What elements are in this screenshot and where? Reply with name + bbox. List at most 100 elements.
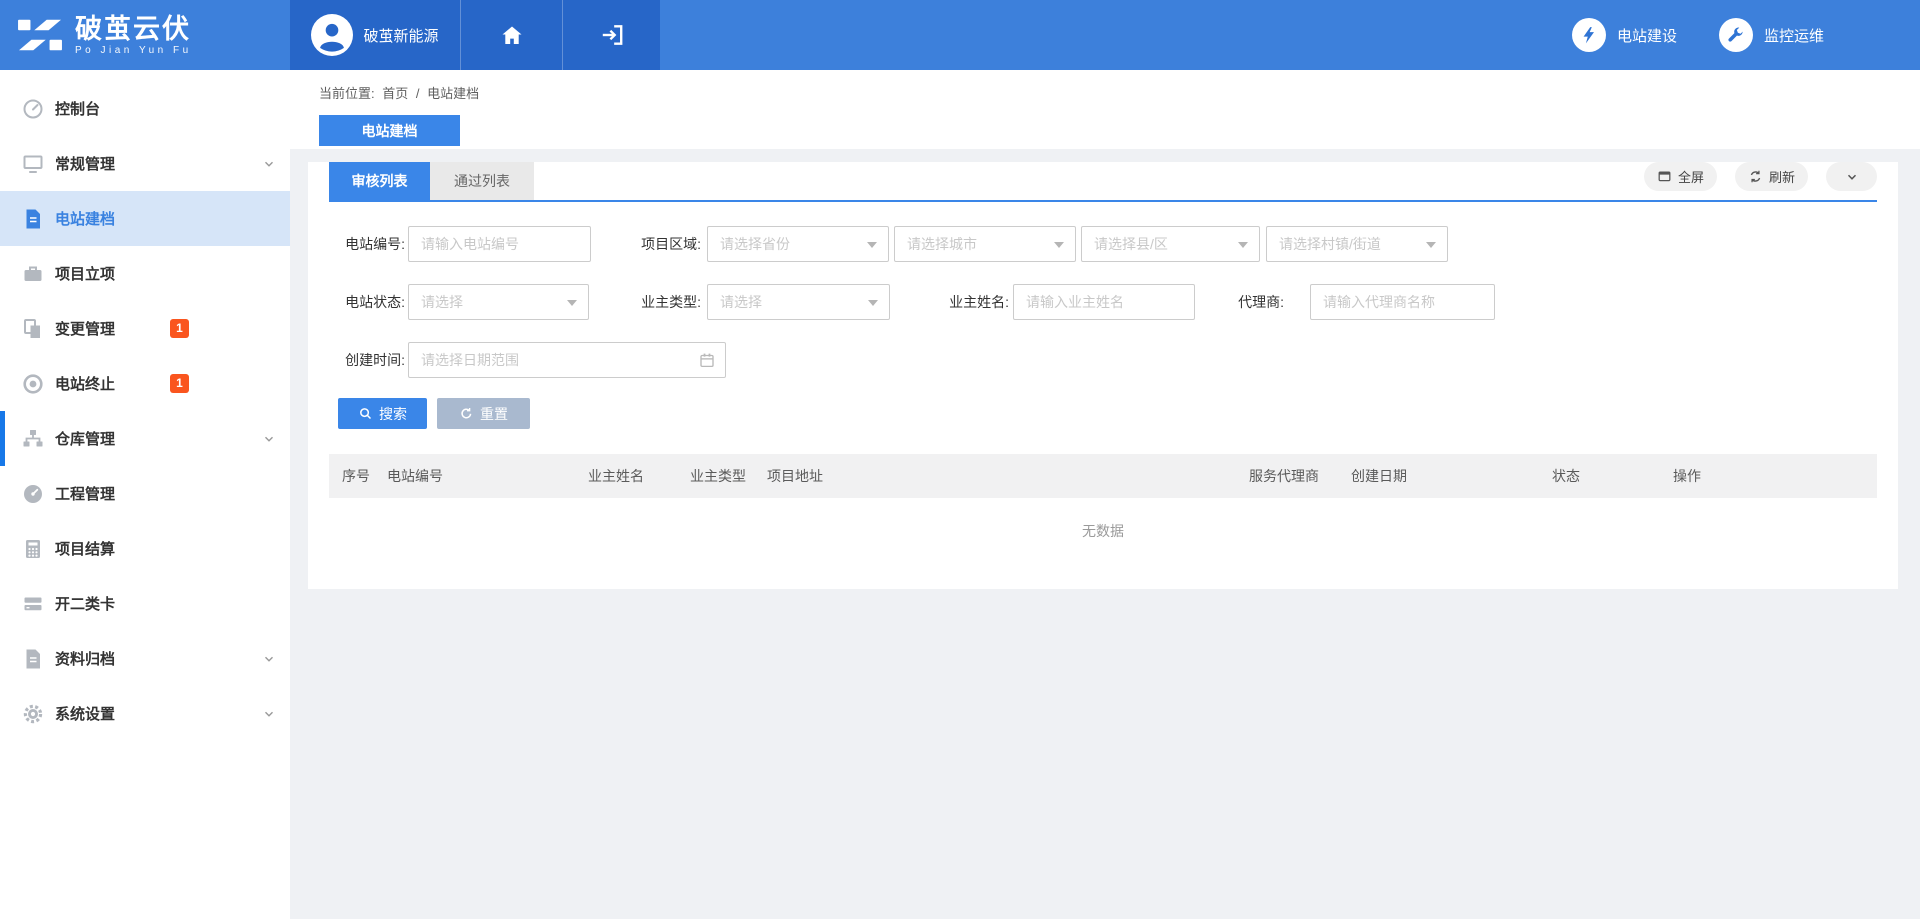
station-no-input[interactable]	[408, 226, 591, 262]
login-arrow-icon	[599, 22, 625, 48]
breadcrumb-bar: 当前位置: 首页 / 电站建档 电站建档	[290, 70, 1920, 149]
search-label: 搜索	[379, 404, 407, 424]
files-icon	[21, 317, 45, 341]
sidebar-item-project-settlement[interactable]: 项目结算	[0, 521, 290, 576]
breadcrumb-home[interactable]: 首页	[382, 86, 408, 101]
refresh-label: 刷新	[1769, 167, 1795, 186]
lightning-icon	[1572, 18, 1606, 52]
chevron-down-icon	[262, 432, 276, 446]
card-toolbar: 全屏 刷新	[1644, 162, 1877, 191]
sidebar-item-engineering-mgmt[interactable]: 工程管理	[0, 466, 290, 521]
station-status-label: 电站状态:	[329, 292, 405, 312]
sidebar-item-label: 工程管理	[55, 483, 115, 504]
create-time-label: 创建时间:	[329, 350, 405, 370]
sidebar-item-console[interactable]: 控制台	[0, 81, 290, 136]
company-name: 破茧新能源	[363, 25, 438, 46]
nav-station-build[interactable]: 电站建设	[1572, 18, 1677, 52]
town-select[interactable]: 请选择村镇/街道	[1266, 226, 1448, 262]
sidebar-item-label: 仓库管理	[55, 428, 115, 449]
nav-monitor-ops[interactable]: 监控运维	[1719, 18, 1824, 52]
refresh-icon	[1748, 169, 1763, 184]
station-status-select[interactable]: 请选择	[408, 284, 589, 320]
document-icon	[21, 207, 45, 231]
sidebar-item-system-settings[interactable]: 系统设置	[0, 686, 290, 741]
date-range-input[interactable]: 请选择日期范围	[408, 342, 726, 378]
sidebar-item-change-mgmt[interactable]: 变更管理 1	[0, 301, 290, 356]
app-title: 破茧云伏	[75, 14, 192, 44]
empty-state: 无数据	[308, 498, 1898, 541]
calculator-icon	[21, 537, 45, 561]
page-tab-station-archive[interactable]: 电站建档	[319, 115, 460, 146]
sitemap-icon	[21, 427, 45, 451]
avatar-icon	[311, 14, 353, 56]
app-header: 破茧云伏 Po Jian Yun Fu 破茧新能源	[0, 0, 1920, 70]
col-agent: 服务代理商	[1249, 454, 1319, 498]
col-address: 项目地址	[767, 454, 823, 498]
reset-label: 重置	[480, 404, 508, 424]
station-terminate-badge: 1	[170, 374, 189, 393]
user-menu[interactable]: 破茧新能源	[290, 0, 460, 70]
sidebar-item-station-terminate[interactable]: 电站终止 1	[0, 356, 290, 411]
owner-type-select[interactable]: 请选择	[707, 284, 890, 320]
filter-row-1: 电站编号: 项目区域: 请选择省份 请选择城市 请选择县/区 请选择村镇/街道	[329, 226, 1877, 262]
search-icon	[358, 406, 373, 421]
fullscreen-button[interactable]: 全屏	[1644, 162, 1717, 191]
sidebar-item-station-archive[interactable]: 电站建档	[0, 191, 290, 246]
gauge-icon	[21, 482, 45, 506]
station-status-placeholder: 请选择	[421, 292, 463, 312]
logo: 破茧云伏 Po Jian Yun Fu	[0, 0, 290, 70]
province-select[interactable]: 请选择省份	[707, 226, 889, 262]
district-select[interactable]: 请选择县/区	[1081, 226, 1260, 262]
sidebar-item-label: 项目立项	[55, 263, 115, 284]
refresh-button[interactable]: 刷新	[1735, 162, 1808, 191]
agent-input[interactable]	[1310, 284, 1495, 320]
home-button[interactable]	[460, 0, 562, 70]
breadcrumb-prefix: 当前位置:	[319, 86, 375, 101]
sidebar-item-label: 常规管理	[55, 153, 115, 174]
archive-icon	[21, 647, 45, 671]
logout-button[interactable]	[562, 0, 660, 70]
station-no-label: 电站编号:	[329, 234, 405, 254]
home-icon	[500, 23, 524, 47]
city-select[interactable]: 请选择城市	[894, 226, 1076, 262]
agent-label: 代理商:	[1195, 292, 1284, 312]
owner-name-input[interactable]	[1013, 284, 1195, 320]
filter-row-2: 电站状态: 请选择 业主类型: 请选择 业主姓名: 代理商:	[329, 284, 1877, 320]
change-mgmt-badge: 1	[170, 319, 189, 338]
tab-passed-list[interactable]: 通过列表	[430, 162, 534, 200]
dashboard-icon	[21, 97, 45, 121]
owner-type-label: 业主类型:	[589, 292, 701, 312]
reset-button[interactable]: 重置	[437, 398, 530, 429]
logo-mark-icon	[17, 14, 63, 56]
tab-bar: 审核列表 通过列表 全屏 刷新	[329, 162, 1877, 202]
search-button[interactable]: 搜索	[338, 398, 427, 429]
monitor-icon	[21, 152, 45, 176]
col-create-date: 创建日期	[1351, 454, 1407, 498]
tab-review-list[interactable]: 审核列表	[329, 162, 430, 200]
town-placeholder: 请选择村镇/街道	[1279, 234, 1381, 254]
filter-form: 电站编号: 项目区域: 请选择省份 请选择城市 请选择县/区 请选择村镇/街道 …	[308, 226, 1898, 378]
sidebar-item-label: 系统设置	[55, 703, 115, 724]
sidebar-item-class2-card[interactable]: 开二类卡	[0, 576, 290, 631]
owner-name-label: 业主姓名:	[890, 292, 1009, 312]
date-range-placeholder: 请选择日期范围	[421, 350, 519, 370]
table-header: 序号 电站编号 业主姓名 业主类型 项目地址 服务代理商 创建日期 状态 操作	[329, 454, 1877, 498]
col-status: 状态	[1552, 454, 1580, 498]
filter-row-3: 创建时间: 请选择日期范围	[329, 342, 1877, 378]
breadcrumb-separator: /	[416, 86, 420, 101]
col-owner-type: 业主类型	[690, 454, 746, 498]
province-placeholder: 请选择省份	[720, 234, 790, 254]
reset-icon	[459, 406, 474, 421]
col-station-no: 电站编号	[387, 454, 443, 498]
collapse-button[interactable]	[1826, 162, 1877, 191]
fullscreen-icon	[1657, 169, 1672, 184]
sidebar-item-data-archive[interactable]: 资料归档	[0, 631, 290, 686]
chevron-down-icon	[262, 707, 276, 721]
sidebar-item-warehouse-mgmt[interactable]: 仓库管理	[0, 411, 290, 466]
breadcrumb-current: 电站建档	[427, 86, 479, 101]
briefcase-icon	[21, 262, 45, 286]
sidebar-item-project-initiation[interactable]: 项目立项	[0, 246, 290, 301]
sidebar-item-general-mgmt[interactable]: 常规管理	[0, 136, 290, 191]
sidebar-item-label: 开二类卡	[55, 593, 115, 614]
sidebar-item-label: 资料归档	[55, 648, 115, 669]
